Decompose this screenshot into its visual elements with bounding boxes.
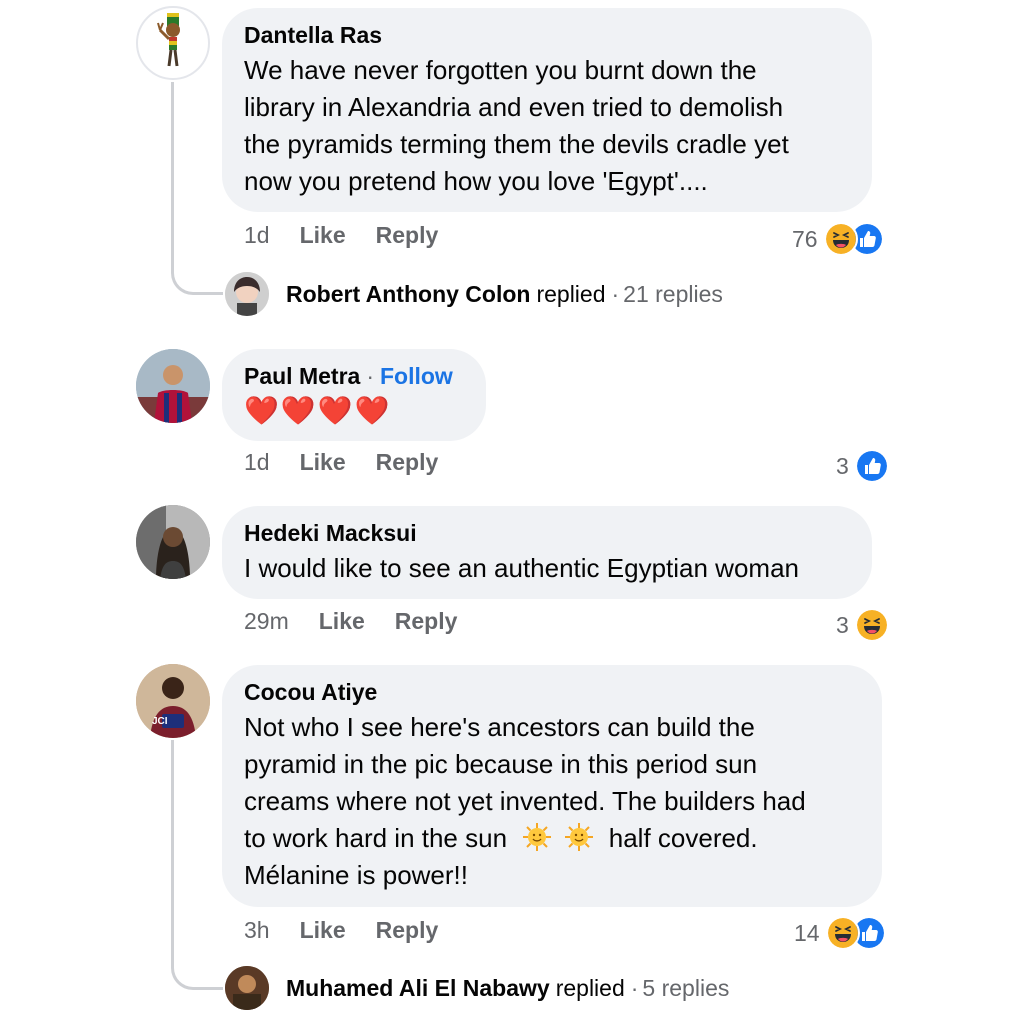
- comment-bubble: Paul Metra · Follow ❤️❤️❤️❤️: [222, 349, 486, 441]
- haha-icon: [823, 222, 858, 256]
- dot-separator: ·: [366, 363, 374, 389]
- reply-button[interactable]: Reply: [376, 222, 439, 248]
- comment-line-part: to work hard in the sun: [244, 823, 508, 853]
- comment-actions: 3h Like Reply: [244, 917, 438, 944]
- comment-author[interactable]: Hedeki Macksui: [244, 518, 872, 548]
- like-icon: [854, 449, 889, 483]
- like-button[interactable]: Like: [300, 449, 346, 475]
- reply-count: 5 replies: [642, 975, 730, 1001]
- replied-label: replied: [536, 281, 606, 307]
- comment-line: creams where not yet invented. The build…: [244, 786, 806, 816]
- replier-name: Robert Anthony Colon: [286, 281, 531, 307]
- reply-count: 21 replies: [623, 281, 723, 307]
- avatar[interactable]: [225, 272, 269, 316]
- thread-line: [171, 82, 223, 295]
- reaction-number: 3: [836, 611, 849, 638]
- comment-line: I would like to see an authentic Egyptia…: [244, 553, 800, 583]
- comment-line: Not who I see here's ancestors can build…: [244, 712, 755, 742]
- comment-bubble: Cocou Atiye Not who I see here's ancesto…: [222, 665, 882, 907]
- thread-line: [171, 740, 223, 990]
- like-button[interactable]: Like: [300, 222, 346, 248]
- avatar[interactable]: [225, 966, 269, 1010]
- comment-line: pyramid in the pic because in this perio…: [244, 749, 758, 779]
- sun-emoji-icon: [564, 822, 594, 852]
- view-replies-link[interactable]: Robert Anthony Colon replied · 21 replie…: [286, 281, 723, 308]
- comment-line: We have never forgotten you burnt down t…: [244, 55, 757, 85]
- reaction-count[interactable]: 14: [794, 916, 886, 950]
- reaction-number: 14: [794, 919, 820, 946]
- avatar[interactable]: JCI: [136, 664, 210, 738]
- like-button[interactable]: Like: [300, 917, 346, 943]
- reaction-count[interactable]: 76: [792, 222, 884, 256]
- reaction-number: 3: [836, 452, 849, 479]
- comment-text: I would like to see an authentic Egyptia…: [244, 550, 872, 587]
- view-replies-link[interactable]: Muhamed Ali El Nabawy replied · 5 replie…: [286, 975, 729, 1002]
- like-button[interactable]: Like: [319, 608, 365, 634]
- replier-name: Muhamed Ali El Nabawy: [286, 975, 550, 1001]
- comment-actions: 1d Like Reply: [244, 222, 438, 249]
- comment-line: the pyramids terming them the devils cra…: [244, 129, 789, 159]
- reaction-count[interactable]: 3: [836, 449, 889, 483]
- reaction-number: 76: [792, 225, 818, 252]
- sun-emoji-icon: [522, 822, 552, 852]
- comment-bubble: Hedeki Macksui I would like to see an au…: [222, 506, 872, 599]
- comment-text: We have never forgotten you burnt down t…: [244, 52, 872, 200]
- avatar-badge-text: JCI: [152, 716, 168, 727]
- replied-label: replied: [555, 975, 625, 1001]
- timestamp[interactable]: 1d: [244, 449, 270, 475]
- timestamp[interactable]: 1d: [244, 222, 270, 248]
- reply-button[interactable]: Reply: [376, 917, 439, 943]
- dot-separator: ·: [630, 975, 639, 1001]
- dot-separator: ·: [611, 281, 620, 307]
- avatar[interactable]: [136, 6, 210, 80]
- comment-author[interactable]: Cocou Atiye: [244, 677, 882, 707]
- comment-text: Not who I see here's ancestors can build…: [244, 709, 882, 894]
- comment-author-line: Paul Metra · Follow: [244, 361, 486, 391]
- comment-line: library in Alexandria and even tried to …: [244, 92, 784, 122]
- avatar[interactable]: [136, 349, 210, 423]
- hearts-emoji: ❤️❤️❤️❤️: [244, 395, 392, 426]
- haha-icon: [825, 916, 860, 950]
- timestamp[interactable]: 3h: [244, 917, 270, 943]
- comment-line: now you pretend how you love 'Egypt'....: [244, 166, 708, 196]
- timestamp[interactable]: 29m: [244, 608, 289, 634]
- comment-actions: 29m Like Reply: [244, 608, 457, 635]
- reply-button[interactable]: Reply: [395, 608, 458, 634]
- comment-line: to work hard in the sun half covered.: [244, 820, 882, 857]
- comment-line-part: half covered.: [608, 823, 758, 853]
- comment-author[interactable]: Paul Metra: [244, 363, 360, 389]
- haha-icon: [854, 608, 889, 642]
- reaction-count[interactable]: 3: [836, 608, 889, 642]
- comment-actions: 1d Like Reply: [244, 449, 438, 476]
- avatar[interactable]: [136, 505, 210, 579]
- comment-line: Mélanine is power!!: [244, 860, 468, 890]
- reply-button[interactable]: Reply: [376, 449, 439, 475]
- follow-button[interactable]: Follow: [380, 363, 453, 389]
- comment-author[interactable]: Dantella Ras: [244, 20, 872, 50]
- comment-bubble: Dantella Ras We have never forgotten you…: [222, 8, 872, 212]
